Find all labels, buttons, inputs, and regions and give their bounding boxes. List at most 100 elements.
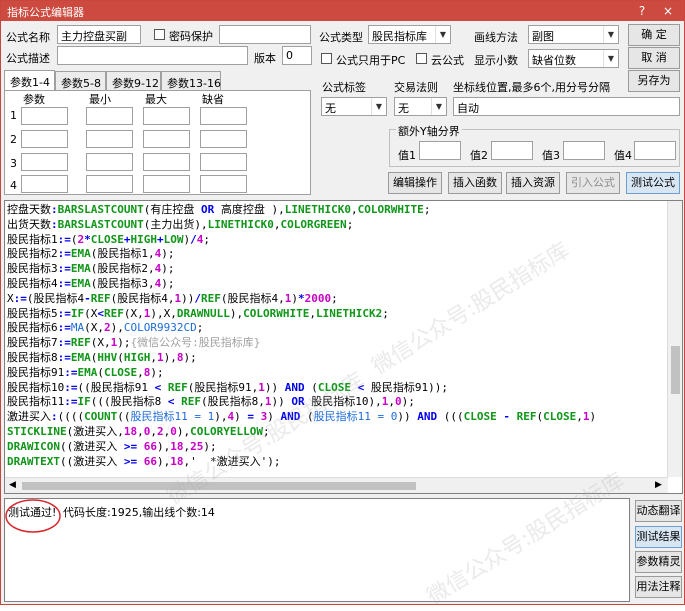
param-min-cell[interactable] [86, 130, 133, 148]
code-line[interactable]: 股民指标10:=((股民指标91 < REF(股民指标91,1)) AND (C… [7, 381, 596, 396]
code-token: ; [382, 306, 389, 320]
code-line[interactable]: STICKLINE(激进买入,18,0,2,0),COLORYELLOW; [7, 425, 596, 440]
code-line[interactable]: 股民指标8:=EMA(HHV(HIGH,1),8); [7, 351, 596, 366]
code-token: REF [70, 336, 91, 350]
code-token: (X [84, 306, 98, 320]
edit-op-button[interactable]: 编辑操作 [388, 172, 442, 194]
cancel-button[interactable]: 取 消 [628, 47, 680, 69]
tag-select-value: 无 [325, 102, 336, 115]
scroll-thumb[interactable] [22, 482, 416, 490]
code-token: 1 [258, 380, 265, 394]
param-default-cell[interactable] [200, 175, 247, 193]
code-line[interactable]: 股民指标7:=REF(X,1);{微信公众号:股民指标库} [7, 336, 596, 351]
param-max-cell[interactable] [143, 107, 190, 125]
code-editor[interactable]: 控盘天数:BARSLASTCOUNT(有庄控盘 OR 高度控盘 ),LINETH… [4, 200, 683, 494]
type-select[interactable]: 股民指标库 ▼ [368, 25, 451, 44]
code-line[interactable]: 出货天数:BARSLASTCOUNT(主力出货),LINETHICK0,COLO… [7, 218, 596, 233]
code-line[interactable]: 激进买入:((((COUNT((股民指标11 = 1),4) = 3) AND … [7, 410, 596, 425]
param-min-cell[interactable] [86, 153, 133, 171]
scroll-left-icon[interactable]: ◀ [9, 480, 16, 490]
ok-button[interactable]: 确 定 [628, 24, 680, 46]
param-wizard-button[interactable]: 参数精灵 [635, 551, 682, 573]
test-result-button[interactable]: 测试结果 [635, 526, 682, 548]
param-name-cell[interactable] [21, 175, 68, 193]
param-name-cell[interactable] [21, 130, 68, 148]
version-input[interactable]: 0 [282, 46, 312, 65]
param-default-cell[interactable] [200, 107, 247, 125]
code-line[interactable]: 股民指标4:=EMA(股民指标3,4); [7, 277, 596, 292]
code-line[interactable]: 股民指标2:=EMA(股民指标1,4); [7, 247, 596, 262]
code-token: 股民指标11 = 0 [313, 410, 398, 424]
tag-select[interactable]: 无 ▼ [321, 97, 387, 116]
y3-input[interactable] [563, 141, 605, 160]
y4-input[interactable] [634, 141, 676, 160]
code-line[interactable]: 股民指标1:=(2*CLOSE+HIGH+LOW)/4; [7, 233, 596, 248]
name-input[interactable]: 主力控盘买副 [57, 25, 141, 44]
code-token: REF [201, 291, 221, 305]
code-token: 8 [176, 350, 184, 364]
code-token: 18 [170, 454, 184, 468]
dynamic-translate-button[interactable]: 动态翻译 [635, 500, 682, 522]
code-token: : [51, 410, 58, 424]
y1-input[interactable] [419, 141, 461, 160]
code-line[interactable]: 股民指标91:=EMA(CLOSE,8); [7, 366, 596, 381]
param-max-cell[interactable] [143, 153, 190, 171]
code-line[interactable]: 股民指标11:=IF(((股民指标8 < REF(股民指标8,1)) OR 股民… [7, 395, 596, 410]
import-formula-button[interactable]: 引入公式 [566, 172, 620, 194]
code-token: )) [271, 395, 292, 409]
code-token: (股民指标91, [187, 380, 259, 394]
code-line[interactable]: DRAWICON((激进买入 >= 66),18,25); [7, 440, 596, 455]
param-min-cell[interactable] [86, 175, 133, 193]
desc-input[interactable] [57, 46, 248, 65]
code-token: ), [110, 321, 124, 335]
code-line[interactable]: 股民指标6:=MA(X,2),COLOR9932CD; [7, 321, 596, 336]
param-row-number: 4 [10, 179, 17, 192]
param-max-cell[interactable] [143, 175, 190, 193]
editor-vertical-scrollbar[interactable] [667, 201, 682, 477]
code-token: + [123, 232, 131, 246]
param-name-cell[interactable] [21, 153, 68, 171]
code-token: {微信公众号:股民指标库} [130, 336, 261, 350]
coord-input[interactable]: 自动 [453, 97, 680, 116]
param-max-cell[interactable] [143, 130, 190, 148]
save-as-button[interactable]: 另存为 [628, 70, 680, 92]
draw-select[interactable]: 副图 ▼ [528, 25, 619, 44]
insert-func-button[interactable]: 插入函数 [448, 172, 502, 194]
cloud-checkbox[interactable] [416, 53, 427, 64]
editor-horizontal-scrollbar[interactable]: ◀ ▶ [5, 477, 668, 493]
code-token: CLOSE [317, 380, 351, 394]
pc-only-checkbox[interactable] [321, 53, 332, 64]
scroll-right-icon[interactable]: ▶ [655, 480, 662, 490]
code-token: LINETHICK2 [315, 306, 383, 320]
test-output-panel: 测试通过! 代码长度:1925,输出线个数:14 [4, 498, 630, 602]
help-button[interactable]: ? [631, 2, 653, 20]
scroll-thumb[interactable] [671, 346, 680, 394]
password-input[interactable] [219, 25, 311, 44]
usage-notes-button[interactable]: 用法注释 [635, 576, 682, 598]
close-button[interactable]: × [657, 2, 679, 20]
code-line[interactable]: 股民指标5:=IF(X<REF(X,1),X,DRAWNULL),COLORWH… [7, 307, 596, 322]
password-checkbox[interactable] [154, 29, 165, 40]
code-line[interactable]: DRAWTEXT((激进买入 >= 66),18,' *激进买入'); [7, 455, 596, 470]
param-default-cell[interactable] [200, 130, 247, 148]
y2-input[interactable] [491, 141, 533, 160]
tab-params-1-4[interactable]: 参数1-4 [4, 70, 55, 90]
code-token: , [576, 410, 583, 424]
tab-params-9-12[interactable]: 参数9-12 [106, 71, 161, 90]
tab-params-13-16[interactable]: 参数13-16 [161, 71, 221, 90]
param-name-cell[interactable] [21, 107, 68, 125]
trade-select[interactable]: 无 ▼ [394, 97, 447, 116]
code-line[interactable]: 股民指标3:=EMA(股民指标2,4); [7, 262, 596, 277]
insert-res-button[interactable]: 插入资源 [506, 172, 560, 194]
code-token: )) [264, 380, 285, 394]
code-line[interactable]: X:=(股民指标4-REF(股民指标4,1))/REF(股民指标4,1)*200… [7, 292, 596, 307]
test-formula-button[interactable]: 测试公式 [626, 172, 680, 194]
tab-params-5-8[interactable]: 参数5-8 [55, 71, 106, 90]
code-token: / [194, 291, 201, 305]
param-min-cell[interactable] [86, 107, 133, 125]
code-text[interactable]: 控盘天数:BARSLASTCOUNT(有庄控盘 OR 高度控盘 ),LINETH… [7, 203, 596, 469]
code-token: 66 [143, 439, 157, 453]
param-default-cell[interactable] [200, 153, 247, 171]
decimals-select[interactable]: 缺省位数 ▼ [528, 49, 619, 68]
code-line[interactable]: 控盘天数:BARSLASTCOUNT(有庄控盘 OR 高度控盘 ),LINETH… [7, 203, 596, 218]
